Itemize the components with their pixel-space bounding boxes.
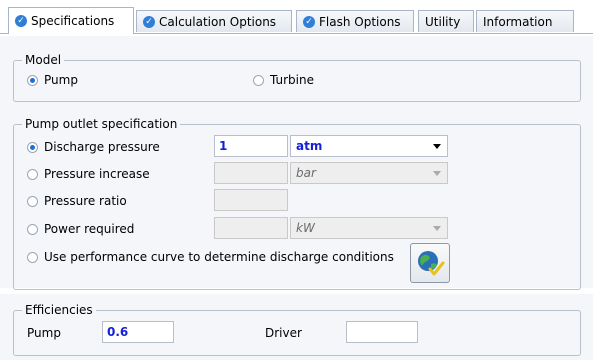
chevron-down-icon bbox=[433, 226, 441, 231]
discharge-pressure-unit-select[interactable]: atm bbox=[290, 135, 448, 157]
radio-indicator bbox=[253, 74, 264, 86]
unit-value: bar bbox=[296, 166, 316, 180]
turbine-radio[interactable]: Turbine bbox=[253, 73, 314, 87]
tab-bar: ✓ Specifications ✓ Calculation Options ✓… bbox=[0, 0, 593, 36]
power-required-unit-select[interactable]: kW bbox=[290, 217, 448, 239]
performance-curve-button[interactable] bbox=[410, 243, 450, 283]
radio-indicator bbox=[27, 74, 38, 86]
radio-indicator bbox=[27, 168, 38, 180]
discharge-pressure-label: Discharge pressure bbox=[44, 140, 160, 154]
unit-value: atm bbox=[296, 139, 323, 153]
pump-efficiency-label: Pump bbox=[27, 326, 61, 340]
driver-efficiency-input[interactable] bbox=[346, 321, 418, 343]
pressure-increase-radio[interactable]: Pressure increase bbox=[27, 167, 150, 181]
power-required-radio[interactable]: Power required bbox=[27, 222, 134, 236]
performance-curve-label: Use performance curve to determine disch… bbox=[44, 250, 394, 264]
radio-indicator bbox=[27, 195, 38, 207]
tab-specifications[interactable]: ✓ Specifications bbox=[8, 7, 134, 34]
pressure-ratio-radio[interactable]: Pressure ratio bbox=[27, 194, 127, 208]
tab-label: Utility bbox=[425, 14, 461, 29]
tab-information[interactable]: Information bbox=[476, 10, 574, 32]
check-circle-icon: ✓ bbox=[15, 15, 27, 27]
driver-efficiency-label: Driver bbox=[265, 326, 302, 340]
tab-label: Information bbox=[483, 14, 553, 29]
radio-indicator bbox=[27, 251, 38, 263]
power-required-input[interactable] bbox=[214, 217, 288, 239]
tab-label: Flash Options bbox=[319, 14, 401, 29]
discharge-pressure-input[interactable]: 1 bbox=[214, 135, 288, 157]
outlet-legend: Pump outlet specification bbox=[22, 117, 181, 131]
power-required-label: Power required bbox=[44, 222, 135, 236]
radio-indicator bbox=[27, 223, 38, 235]
tab-flash-options[interactable]: ✓ Flash Options bbox=[296, 10, 414, 32]
discharge-pressure-radio[interactable]: Discharge pressure bbox=[27, 140, 160, 154]
unit-value: kW bbox=[296, 221, 315, 235]
efficiencies-legend: Efficiencies bbox=[22, 303, 96, 317]
turbine-radio-label: Turbine bbox=[270, 73, 314, 87]
performance-curve-radio[interactable]: Use performance curve to determine disch… bbox=[27, 250, 394, 264]
model-legend: Model bbox=[22, 53, 65, 67]
radio-indicator bbox=[27, 141, 38, 153]
check-circle-icon: ✓ bbox=[143, 15, 155, 28]
pump-radio-label: Pump bbox=[44, 73, 78, 87]
pressure-ratio-input[interactable] bbox=[214, 189, 288, 211]
pressure-increase-unit-select[interactable]: bar bbox=[290, 162, 448, 184]
pressure-increase-label: Pressure increase bbox=[44, 167, 150, 181]
pump-radio[interactable]: Pump bbox=[27, 73, 78, 87]
pressure-ratio-label: Pressure ratio bbox=[44, 194, 127, 208]
chevron-down-icon bbox=[433, 144, 441, 149]
globe-check-icon bbox=[418, 251, 445, 276]
tab-label: Calculation Options bbox=[159, 14, 277, 29]
check-circle-icon: ✓ bbox=[303, 15, 315, 28]
pump-efficiency-input[interactable]: 0.6 bbox=[102, 321, 174, 343]
pressure-increase-input[interactable] bbox=[214, 162, 288, 184]
tab-label: Specifications bbox=[31, 14, 115, 28]
tab-calculation-options[interactable]: ✓ Calculation Options bbox=[136, 10, 292, 32]
tab-utility[interactable]: Utility bbox=[418, 10, 474, 32]
chevron-down-icon bbox=[433, 171, 441, 176]
